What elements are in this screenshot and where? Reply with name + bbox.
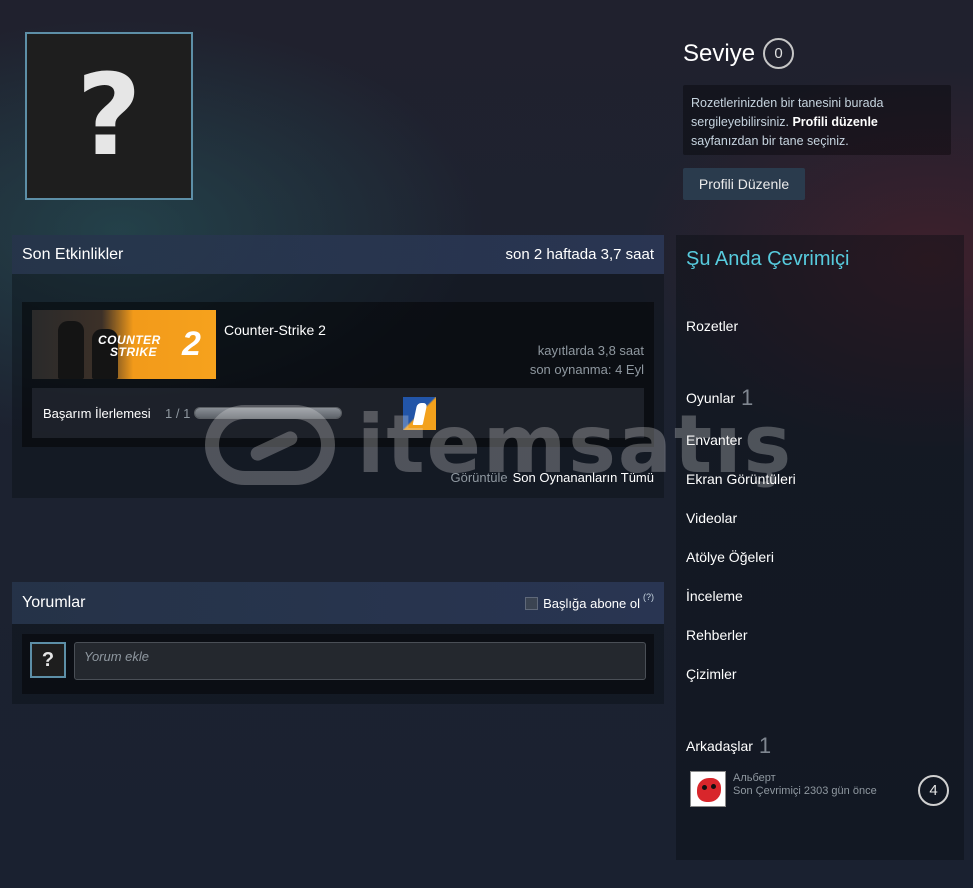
friend-status: Son Çevrimiçi 2303 gün önce	[733, 785, 877, 797]
friend-avatar[interactable]	[690, 771, 726, 807]
sidebar-item-games[interactable]: Oyunlar 1	[686, 385, 753, 411]
help-icon[interactable]: (?)	[643, 592, 654, 602]
sidebar-item-videos[interactable]: Videolar	[686, 510, 737, 526]
friend-avatar-art-icon	[697, 778, 721, 802]
level-label: Seviye	[683, 39, 756, 67]
friend-entry[interactable]: Альберт Son Çevrimiçi 2303 gün önce 4	[690, 771, 952, 809]
badge-hint-edit-link[interactable]: Profili düzenle	[792, 115, 877, 129]
sidebar-item-guides[interactable]: Rehberler	[686, 627, 747, 643]
level-row: Seviye 0	[683, 38, 795, 69]
games-label: Oyunlar	[686, 390, 736, 406]
capsule-number: 2	[182, 325, 201, 363]
friend-name[interactable]: Альберт	[733, 772, 776, 784]
online-status: Şu Anda Çevrimiçi	[686, 248, 850, 270]
comments-panel: Yorumlar Başlığa abone ol (?) ? Yorum ek…	[12, 582, 664, 704]
subscribe-thread[interactable]: Başlığa abone ol (?)	[525, 592, 654, 611]
comment-input[interactable]: Yorum ekle	[74, 642, 646, 680]
comments-title: Yorumlar	[22, 594, 86, 611]
achievement-label: Başarım İlerlemesi	[43, 406, 151, 421]
friend-level-badge: 4	[918, 775, 949, 806]
game-last-played: son oynanma: 4 Eyl	[529, 362, 644, 377]
sidebar-item-badges[interactable]: Rozetler	[686, 318, 738, 334]
friend-avatar-eye-icon	[711, 784, 716, 789]
recent-playtime-summary: son 2 haftada 3,7 saat	[505, 246, 654, 263]
game-name-link[interactable]: Counter-Strike 2	[224, 322, 326, 338]
recent-activity-title[interactable]: Son Etkinlikler	[22, 246, 123, 264]
commenter-avatar: ?	[30, 642, 66, 678]
comment-entry: ? Yorum ekle	[22, 634, 654, 694]
friends-label: Arkadaşlar	[686, 738, 753, 754]
comments-header: Yorumlar Başlığa abone ol (?)	[12, 582, 664, 624]
game-capsule-image[interactable]: COUNTER STRIKE 2	[32, 310, 216, 379]
profile-avatar[interactable]: ?	[25, 32, 193, 200]
capsule-title-text: COUNTER STRIKE	[98, 334, 161, 358]
game-card: COUNTER STRIKE 2 Counter-Strike 2 kayıtl…	[22, 302, 654, 447]
achievement-icon[interactable]	[403, 397, 436, 430]
sidebar-item-screenshots[interactable]: Ekran Görüntüleri	[686, 471, 796, 487]
game-total-hours: kayıtlarda 3,8 saat	[537, 343, 644, 358]
sidebar-item-friends[interactable]: Arkadaşlar 1	[686, 733, 771, 759]
sidebar-item-workshop[interactable]: Atölye Öğeleri	[686, 549, 774, 565]
games-count: 1	[741, 385, 754, 410]
achievement-figure-icon	[412, 402, 427, 425]
badge-hint-box: Rozetlerinizden bir tanesini burada serg…	[683, 85, 951, 155]
achievement-progress-fill	[195, 408, 341, 418]
sidebar-item-inventory[interactable]: Envanter	[686, 432, 742, 448]
achievement-count: 1 / 1	[165, 406, 191, 421]
capsule-text-line2: STRIKE	[110, 345, 158, 359]
achievement-progress-track	[194, 407, 342, 419]
view-all-recent: Görüntüle Son Oynananların Tümü	[451, 470, 655, 485]
recent-activity-panel: Son Etkinlikler son 2 haftada 3,7 saat C…	[12, 235, 664, 498]
avatar-placeholder-icon: ?	[76, 51, 142, 181]
view-prefix: Görüntüle	[450, 470, 508, 485]
sidebar-item-reviews[interactable]: İnceleme	[686, 588, 743, 604]
capsule-figure-icon	[58, 321, 84, 379]
profile-sidebar: Şu Anda Çevrimiçi Rozetler Oyunlar 1 Enva…	[676, 235, 964, 860]
subscribe-label[interactable]: Başlığa abone ol	[543, 596, 640, 611]
edit-profile-button[interactable]: Profili Düzenle	[683, 168, 805, 200]
subscribe-checkbox[interactable]	[525, 596, 539, 610]
view-all-recent-link[interactable]: Son Oynananların Tümü	[513, 470, 654, 485]
badge-hint-text-after: sayfanızdan bir tane seçiniz.	[691, 134, 849, 148]
achievement-progress-bar[interactable]: Başarım İlerlemesi 1 / 1	[32, 388, 644, 438]
friends-count: 1	[758, 733, 772, 758]
friend-avatar-eye-icon	[702, 785, 707, 790]
sidebar-item-artwork[interactable]: Çizimler	[686, 666, 737, 682]
level-badge[interactable]: 0	[763, 38, 795, 69]
recent-activity-header: Son Etkinlikler son 2 haftada 3,7 saat	[12, 235, 664, 274]
